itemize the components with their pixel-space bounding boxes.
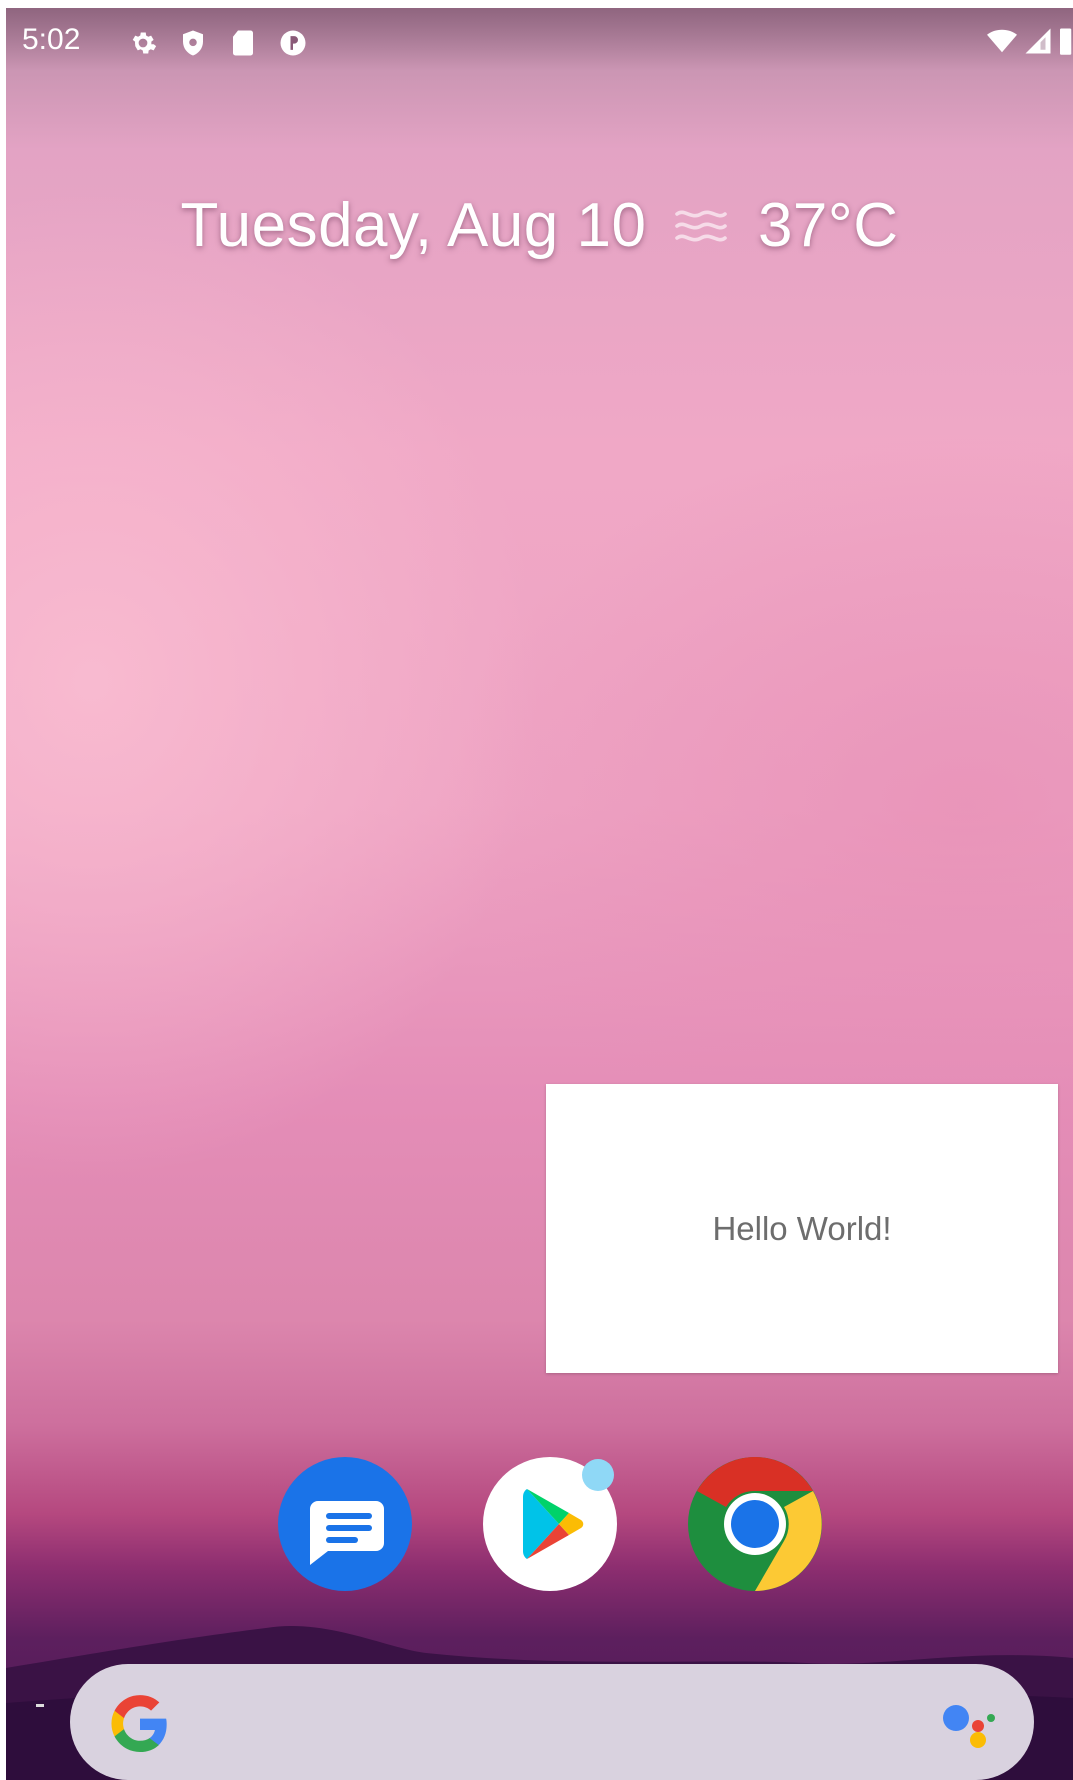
temperature-label[interactable]: 37°C [758,191,899,260]
play-store-icon [483,1457,617,1591]
system-icons [985,26,1073,56]
status-bar: 5:02 [6,8,1073,70]
signal-icon [1025,28,1051,54]
at-a-glance-widget[interactable]: Tuesday, Aug 10 37°C [6,190,1073,261]
hello-world-popup[interactable]: Hello World! [546,1084,1058,1373]
battery-icon [1060,28,1072,55]
divider-dot [36,1704,44,1707]
sd-card-icon [233,30,253,56]
date-label[interactable]: Tuesday, Aug 10 [181,191,647,260]
wifi-icon [987,29,1017,53]
messages-icon [278,1457,412,1591]
app-notification-icon [280,30,306,56]
chrome-icon [688,1457,822,1591]
chrome-app[interactable] [686,1455,824,1593]
settings-icon [132,32,157,54]
shield-icon [183,30,203,56]
play-store-app[interactable] [481,1455,619,1593]
notification-icons [128,28,308,58]
popup-text: Hello World! [712,1209,892,1247]
google-search-bar[interactable] [70,1664,1034,1780]
google-g-icon[interactable] [108,1692,172,1756]
haze-icon [675,210,728,242]
google-assistant-icon[interactable] [940,1700,996,1750]
status-time: 5:02 [22,23,81,56]
messages-app[interactable] [276,1455,414,1593]
home-screen: 5:02 Tuesday, Aug 10 37°C Hello World! [6,8,1073,1780]
